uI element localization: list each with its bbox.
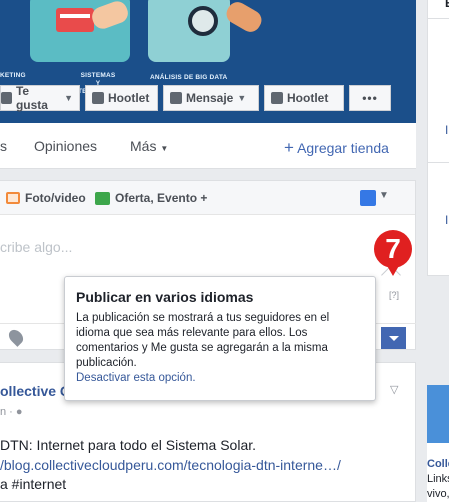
offer-event-label: Oferta, Evento + <box>115 191 208 205</box>
tab-previous[interactable]: s <box>0 138 7 154</box>
sponsored-ad[interactable]: Colle Links vivo, <box>427 385 449 502</box>
hootlet-label: Hootlet <box>287 91 329 105</box>
offer-event-button[interactable]: Oferta, Evento + <box>95 191 207 205</box>
ad-title[interactable]: Colle <box>427 458 449 470</box>
divider <box>428 18 449 19</box>
cover-caption: KETING <box>0 72 26 79</box>
chevron-down-icon[interactable]: ▽ <box>390 383 398 396</box>
like-page-button[interactable]: Te gusta ▼ <box>0 84 80 112</box>
add-store-link[interactable]: + Agregar tienda <box>284 138 389 158</box>
disable-option-link[interactable]: Desactivar esta opción. <box>76 372 365 384</box>
like-label: Te gusta <box>15 84 48 112</box>
composer-input[interactable]: cribe algo... <box>0 239 72 255</box>
hootlet-button[interactable]: Hootlet <box>85 85 158 111</box>
right-panel: E Ir Ir <box>427 0 449 276</box>
tooltip-title: Publicar en varios idiomas <box>76 289 254 305</box>
location-pin-icon[interactable] <box>6 327 26 347</box>
photo-icon <box>6 192 20 204</box>
tooltip-body: La publicación se mostrará a tus seguido… <box>76 312 330 369</box>
message-icon <box>170 92 182 104</box>
add-store-label: Agregar tienda <box>297 140 389 156</box>
divider <box>428 162 449 163</box>
post-text: DTN: Internet para todo el Sistema Solar… <box>0 436 416 495</box>
composer-header: Foto/video Oferta, Evento + ▼ <box>0 181 415 215</box>
message-button[interactable]: Mensaje ▼ <box>163 85 259 111</box>
tab-reviews[interactable]: Opiniones <box>34 138 97 154</box>
page-action-bar: Te gusta ▼ Hootlet Mensaje ▼ Hootlet ••• <box>0 84 402 112</box>
post-line: a #internet <box>0 476 67 492</box>
page-tab-bar: s Opiniones Más ▼ + Agregar tienda <box>0 123 416 169</box>
tab-more[interactable]: Más ▼ <box>130 138 168 154</box>
hootlet-icon <box>92 92 104 104</box>
ad-text: vivo, <box>427 488 449 500</box>
globe-icon: ● <box>15 406 23 418</box>
post-link[interactable]: /blog.collectivecloudperu.com/tecnologia… <box>0 456 416 476</box>
right-panel-header: E <box>445 0 449 10</box>
credit-card-icon <box>56 8 94 32</box>
right-panel-item[interactable]: Ir <box>445 213 449 227</box>
hootlet-icon <box>271 92 283 104</box>
photo-video-label: Foto/video <box>25 191 86 205</box>
plus-icon: + <box>284 138 294 157</box>
post-author[interactable]: ollective Cl <box>0 383 74 399</box>
ad-text: Links <box>427 473 449 485</box>
ad-image[interactable] <box>427 385 449 443</box>
like-icon <box>1 92 12 104</box>
post-line: DTN: Internet para todo el Sistema Solar… <box>0 437 257 453</box>
publish-options-button[interactable] <box>380 327 406 349</box>
help-icon[interactable]: [?] <box>389 290 399 300</box>
chevron-down-icon[interactable]: ▼ <box>379 190 389 201</box>
cover-caption: ANÁLISIS DE BIG DATA <box>150 74 228 81</box>
cover-photo[interactable]: KETING SISTEMAS Y TECNOLOGÍA DE ANÁLISIS… <box>0 0 416 123</box>
chevron-down-icon: ▼ <box>64 93 73 103</box>
hootlet-label: Hootlet <box>108 91 150 105</box>
annotation-badge: 7 <box>374 230 412 268</box>
chevron-down-icon: ▼ <box>237 93 247 103</box>
right-column: E Ir Ir Colle Links vivo, <box>427 0 449 502</box>
right-panel-item[interactable]: Ir <box>445 123 449 137</box>
tab-more-label: Más <box>130 138 157 154</box>
cover-tile <box>148 0 230 62</box>
more-options-button[interactable]: ••• <box>349 85 391 111</box>
post-meta-text: n · <box>0 406 16 418</box>
sync-icon[interactable] <box>360 190 376 206</box>
magnifier-icon <box>188 6 218 36</box>
offer-icon <box>95 191 110 205</box>
message-label: Mensaje <box>186 91 234 105</box>
multilingual-tooltip: Publicar en varios idiomas La publicació… <box>64 276 376 401</box>
chevron-down-icon: ▼ <box>160 144 169 153</box>
photo-video-button[interactable]: Foto/video <box>6 191 86 205</box>
post-meta: n · ● <box>0 406 23 418</box>
hootlet-button[interactable]: Hootlet <box>264 85 344 111</box>
